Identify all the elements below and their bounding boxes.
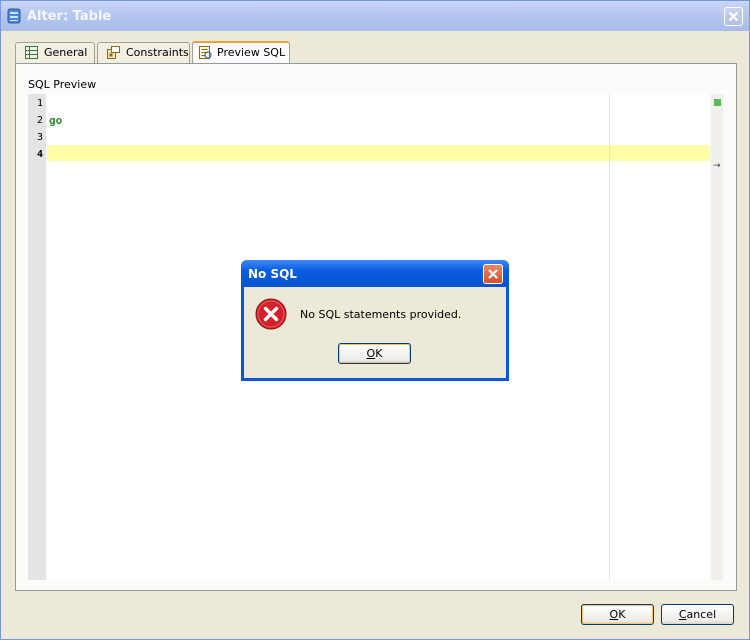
dialog-ok-rest: K — [375, 347, 383, 360]
cancel-rest: ancel — [686, 608, 717, 621]
dialog-titlebar[interactable]: No SQL — [241, 260, 509, 287]
current-line-highlight — [47, 145, 710, 161]
dialog-close-button[interactable] — [483, 264, 503, 284]
line-number: 4 — [36, 149, 43, 160]
ok-button[interactable]: OK — [581, 604, 654, 625]
line-number: 3 — [36, 132, 43, 143]
close-icon — [728, 11, 739, 22]
close-icon — [488, 269, 498, 279]
table-icon — [7, 8, 21, 24]
error-icon — [255, 298, 287, 330]
dialog-body: No SQL statements provided. OK — [244, 287, 506, 378]
no-sql-dialog: No SQL No SQL statements provided. OK — [241, 260, 509, 381]
dialog-ok-mnemonic: O — [366, 347, 376, 360]
cancel-button[interactable]: Cancel — [661, 604, 734, 625]
status-ok-marker — [714, 99, 721, 106]
window-close-button[interactable] — [724, 7, 743, 26]
tab-general-label: General — [44, 46, 88, 59]
tab-constraints[interactable]: Constraints — [97, 42, 190, 63]
window-title: Alter: Table — [27, 9, 112, 24]
line-number: 1 — [36, 98, 43, 109]
sql-code-go: go — [49, 114, 63, 127]
window-titlebar[interactable]: Alter: Table — [1, 1, 749, 31]
constraints-icon — [107, 46, 120, 59]
line-number: 2 — [36, 115, 43, 126]
dialog-title: No SQL — [248, 267, 297, 281]
cancel-mnemonic: C — [678, 608, 687, 621]
tab-constraints-label: Constraints — [126, 46, 189, 59]
ok-mnemonic: O — [609, 608, 619, 621]
right-margin-line — [609, 94, 610, 580]
tab-preview-sql-label: Preview SQL — [217, 46, 286, 59]
table-grid-icon — [25, 46, 38, 59]
ok-rest: K — [618, 608, 626, 621]
tab-general[interactable]: General — [15, 42, 95, 63]
sql-preview-icon — [199, 46, 212, 59]
tab-preview-sql[interactable]: Preview SQL — [192, 41, 290, 64]
dialog-message: No SQL statements provided. — [300, 308, 462, 321]
dialog-ok-button[interactable]: OK — [338, 343, 411, 364]
sql-preview-label: SQL Preview — [28, 78, 97, 91]
line-number-gutter — [28, 94, 46, 580]
current-line-arrow-icon: → — [713, 161, 721, 171]
